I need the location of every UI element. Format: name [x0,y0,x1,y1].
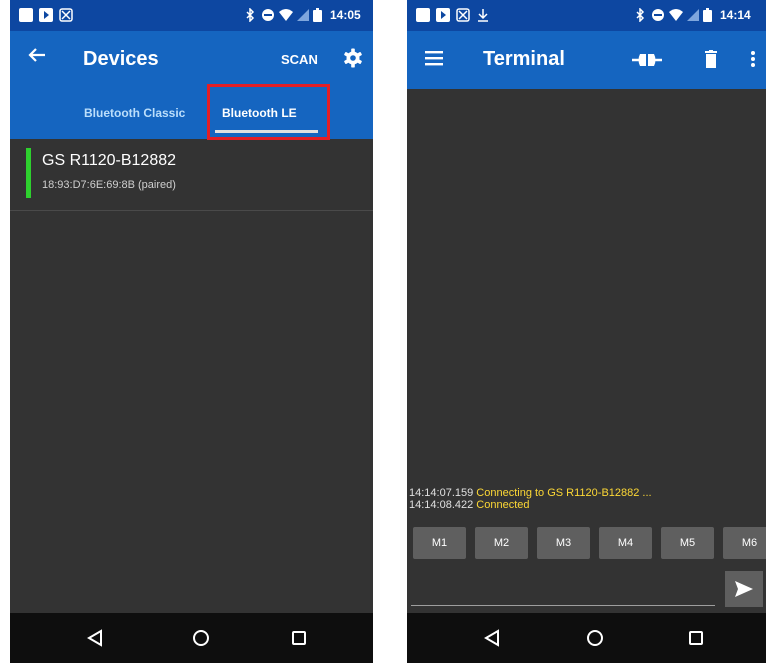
macro-button-m6[interactable]: M6 [723,527,766,559]
tab-bluetooth-classic[interactable]: Bluetooth Classic [84,106,185,120]
wifi-icon [669,8,683,22]
nav-back-icon[interactable] [479,626,505,650]
macro-button-m4[interactable]: M4 [599,527,652,559]
send-button[interactable] [725,571,763,607]
app-toolbar: Terminal [407,31,766,89]
do-not-disturb-icon [261,8,275,22]
wifi-icon [279,8,293,22]
status-time: 14:05 [330,8,361,22]
log-line: 14:14:07.159 Connecting to GS R1120-B128… [409,487,652,499]
app-notification-icon [436,8,450,22]
macro-button-m5[interactable]: M5 [661,527,714,559]
page-title: Devices [83,48,159,70]
system-nav-bar [407,613,766,663]
no-sim-icon [456,8,470,22]
status-time: 14:14 [720,8,751,22]
connect-plug-icon[interactable] [632,52,662,71]
macro-button-m1[interactable]: M1 [413,527,466,559]
bluetooth-icon [633,7,647,23]
device-list-item[interactable]: GS R1120-B12882 18:93:D7:6E:69:8B (paire… [10,139,373,211]
devices-screen: 14:05 Devices SCAN Bluetooth Classic Blu… [10,0,373,663]
log-timestamp: 14:14:08.422 [409,499,474,511]
menu-icon[interactable] [425,50,443,69]
back-arrow-icon[interactable] [28,46,46,67]
page-title: Terminal [483,48,565,70]
macro-button-m2[interactable]: M2 [475,527,528,559]
bluetooth-icon [243,7,257,23]
delete-trash-icon[interactable] [705,50,717,71]
signal-icon [686,8,700,22]
overflow-menu-icon[interactable] [751,50,755,71]
send-text-input[interactable] [411,605,715,606]
highlight-box [207,84,330,140]
download-icon [476,8,490,22]
status-bar: 14:05 [10,0,373,31]
send-arrow-icon [735,581,753,597]
battery-icon [703,8,712,22]
log-line: 14:14:08.422 Connected [409,499,652,511]
macro-button-m3[interactable]: M3 [537,527,590,559]
battery-icon [313,8,322,22]
do-not-disturb-icon [651,8,665,22]
nav-back-icon[interactable] [82,626,108,650]
scan-button[interactable]: SCAN [281,52,318,67]
device-address: 18:93:D7:6E:69:8B (paired) [42,179,176,191]
log-message: Connected [476,499,530,511]
log-message: Connecting to GS R1120-B12882 ... [476,487,652,499]
gallery-icon [416,8,430,22]
terminal-log: 14:14:07.159 Connecting to GS R1120-B128… [409,487,652,511]
nav-home-icon[interactable] [582,626,608,650]
device-name: GS R1120-B12882 [42,152,177,169]
app-notification-icon [39,8,53,22]
log-timestamp: 14:14:07.159 [409,487,474,499]
settings-gear-icon[interactable] [343,48,363,71]
app-toolbar: Devices SCAN [10,31,373,89]
gallery-icon [19,8,33,22]
status-bar: 14:14 [407,0,766,31]
nav-home-icon[interactable] [188,626,214,650]
no-sim-icon [59,8,73,22]
system-nav-bar [10,613,373,663]
connection-indicator [26,148,31,198]
nav-recents-icon[interactable] [286,626,312,650]
terminal-screen: 14:14 Terminal 14:14:07.159 Connecting t… [407,0,766,663]
nav-recents-icon[interactable] [683,626,709,650]
signal-icon [296,8,310,22]
